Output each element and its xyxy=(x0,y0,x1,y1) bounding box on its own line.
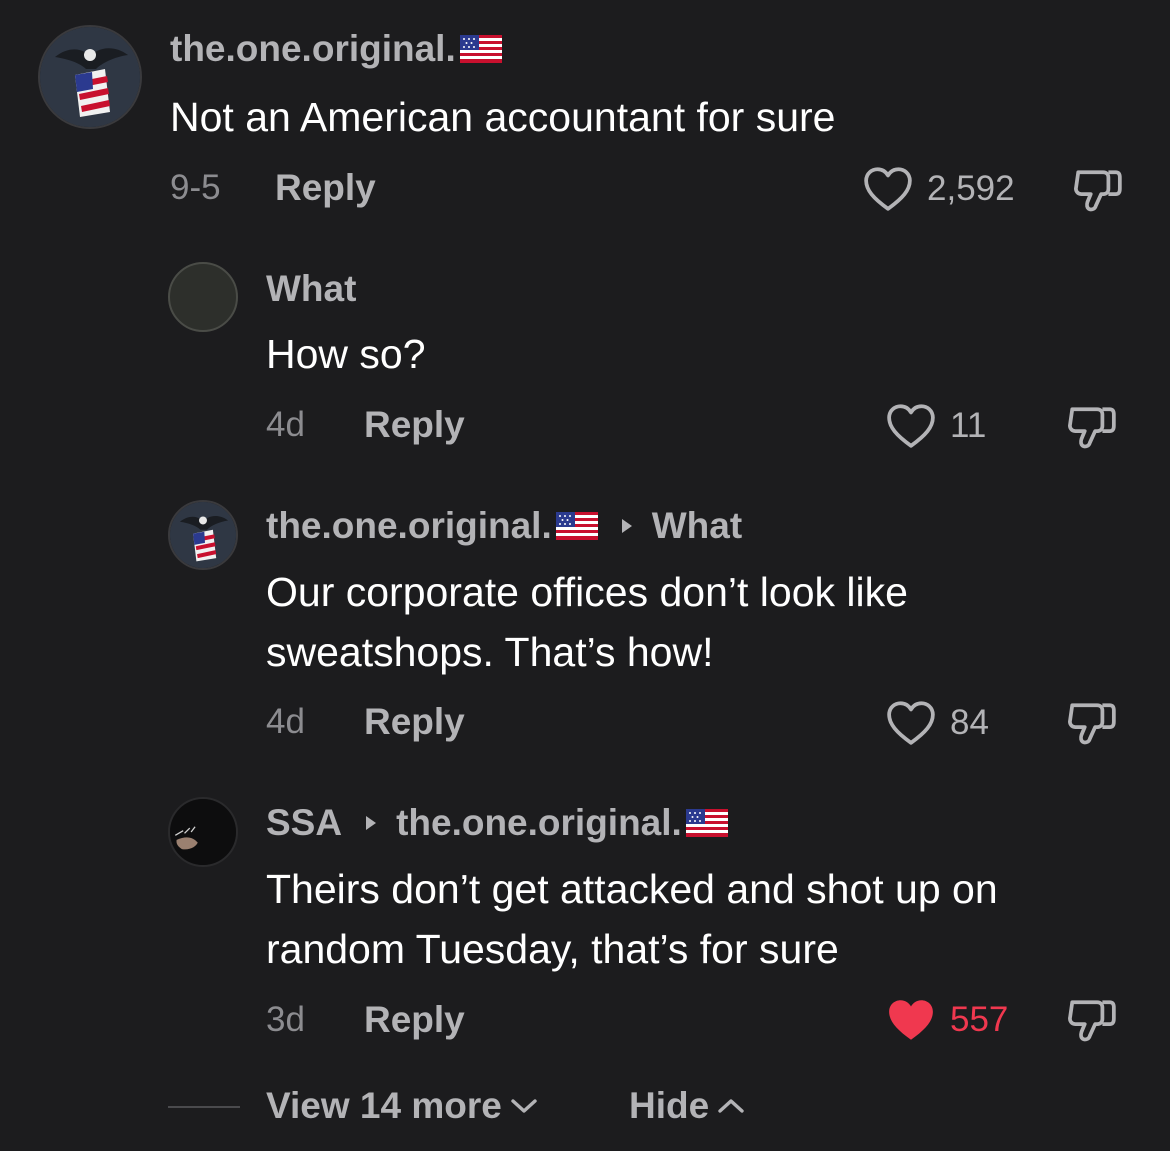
reply-button[interactable]: Reply xyxy=(364,404,465,446)
comment-date: 4d xyxy=(266,702,305,741)
comment-username[interactable]: SSA the.one.original. xyxy=(266,802,728,844)
heart-icon xyxy=(886,403,936,449)
chevron-down-icon xyxy=(511,1099,537,1113)
caret-right-icon xyxy=(621,519,632,533)
caret-right-icon xyxy=(366,816,377,830)
heart-icon xyxy=(886,700,936,746)
comment-date: 9-5 xyxy=(170,168,221,207)
dislike-button[interactable] xyxy=(1066,403,1118,458)
dislike-button[interactable] xyxy=(1072,166,1124,221)
like-count: 84 xyxy=(950,703,989,742)
eagle-flag-avatar-icon xyxy=(170,502,236,568)
like-count: 11 xyxy=(950,406,987,445)
avatar[interactable] xyxy=(38,25,142,129)
heart-filled-icon xyxy=(886,997,936,1043)
hide-replies-button[interactable]: Hide xyxy=(629,1085,745,1127)
eagle-flag-avatar-icon xyxy=(40,27,140,127)
us-flag-icon xyxy=(686,809,728,837)
comment-text: Our corporate offices don’t look like sw… xyxy=(266,569,908,675)
like-button[interactable]: 11 xyxy=(886,403,986,449)
heart-icon xyxy=(863,166,913,212)
thumbs-down-icon xyxy=(1066,699,1118,749)
view-more-replies-button[interactable]: View 14 more xyxy=(266,1085,538,1127)
us-flag-icon xyxy=(556,512,598,540)
like-button[interactable]: 557 xyxy=(886,997,1008,1043)
hand-avatar-icon xyxy=(170,799,236,865)
reply-button[interactable]: Reply xyxy=(364,701,465,743)
dislike-button[interactable] xyxy=(1066,699,1118,754)
like-count: 557 xyxy=(950,1000,1009,1039)
avatar[interactable] xyxy=(168,262,238,332)
thumbs-down-icon xyxy=(1072,166,1124,216)
chevron-up-icon xyxy=(718,1099,744,1113)
thread-divider xyxy=(168,1106,240,1108)
reply-to-username[interactable]: What xyxy=(652,505,742,547)
comment-text: How so? xyxy=(266,331,426,377)
us-flag-icon xyxy=(460,35,502,63)
reply-to-username[interactable]: the.one.original. xyxy=(396,802,682,844)
thumbs-down-icon xyxy=(1066,403,1118,453)
reply-button[interactable]: Reply xyxy=(364,999,465,1041)
thumbs-down-icon xyxy=(1066,996,1118,1046)
avatar[interactable] xyxy=(168,500,238,570)
comment-date: 3d xyxy=(266,1000,305,1039)
comment-date: 4d xyxy=(266,405,305,444)
like-count: 2,592 xyxy=(927,169,1015,208)
avatar[interactable] xyxy=(168,797,238,867)
reply-button[interactable]: Reply xyxy=(275,167,376,209)
like-button[interactable]: 2,592 xyxy=(863,166,1015,212)
dislike-button[interactable] xyxy=(1066,996,1118,1051)
comment-username[interactable]: the.one.original. What xyxy=(266,505,742,547)
like-button[interactable]: 84 xyxy=(886,700,989,746)
comment-username[interactable]: the.one.original. xyxy=(170,28,502,70)
comment-username[interactable]: What xyxy=(266,268,356,310)
comment-text: Theirs don’t get attacked and shot up on… xyxy=(266,866,998,972)
comment-text: Not an American accountant for sure xyxy=(170,94,836,140)
